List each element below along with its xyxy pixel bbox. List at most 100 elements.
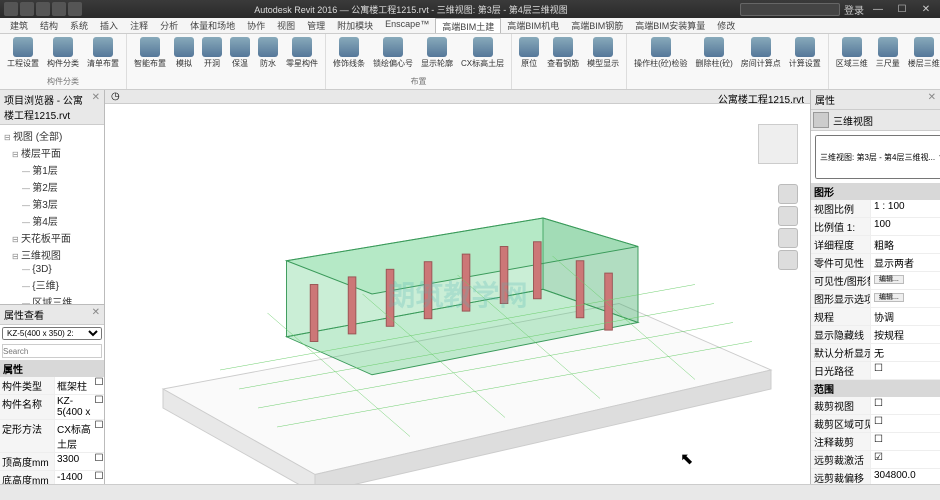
- ribbon-tab[interactable]: Enscape™: [379, 18, 435, 33]
- ribbon-button[interactable]: 防水: [255, 36, 281, 70]
- ribbon-tab[interactable]: 建筑: [4, 18, 34, 33]
- ribbon-button[interactable]: 修饰线条: [330, 36, 368, 70]
- ribbon-button[interactable]: 清单布置: [84, 36, 122, 70]
- properties-close-icon[interactable]: ✕: [928, 92, 936, 107]
- ribbon-tab[interactable]: 附加模块: [331, 18, 379, 33]
- ribbon-tab[interactable]: 管理: [301, 18, 331, 33]
- minimize-button[interactable]: —: [868, 2, 888, 16]
- prop-row[interactable]: 可见性/图形替换编辑...: [811, 272, 940, 290]
- ribbon-tab[interactable]: 体量和场地: [184, 18, 241, 33]
- tree-item[interactable]: 楼层平面: [2, 144, 102, 161]
- tree-item[interactable]: 第1层: [2, 161, 102, 178]
- ribbon-tab[interactable]: 协作: [241, 18, 271, 33]
- qat-save[interactable]: [36, 2, 50, 16]
- view-tab-header: ◷ 公寓楼工程1215.rvt: [105, 90, 810, 104]
- prop-row[interactable]: 远剪裁激活☑: [811, 451, 940, 469]
- ribbon-button[interactable]: 删除柱(砼): [692, 36, 735, 70]
- prop-row[interactable]: 规程协调: [811, 308, 940, 326]
- ribbon-icon: [339, 37, 359, 57]
- ribbon-button[interactable]: 构件分类: [44, 36, 82, 70]
- ribbon-tab[interactable]: 高端BIM机电: [501, 18, 565, 33]
- ribbon-button[interactable]: 工程设置: [4, 36, 42, 70]
- prop-row[interactable]: 详细程度粗略: [811, 236, 940, 254]
- ribbon-tab[interactable]: 结构: [34, 18, 64, 33]
- qat-open[interactable]: [20, 2, 34, 16]
- prop-edit-button[interactable]: 编辑...: [874, 293, 904, 302]
- tree-item[interactable]: 第3层: [2, 195, 102, 212]
- instance-props-table[interactable]: 属性构件类型框架柱☐构件名称KZ-5(400 x☐定形方法CX标高土层☐顶高度m…: [0, 360, 104, 484]
- ribbon-button[interactable]: 模拟: [171, 36, 197, 70]
- properties-grid[interactable]: 图形视图比例1 : 100比例值 1:100详细程度粗略零件可见性显示两者可见性…: [811, 183, 940, 484]
- ribbon-tab[interactable]: 注释: [124, 18, 154, 33]
- close-button[interactable]: ✕: [916, 2, 936, 16]
- ribbon-button[interactable]: 模型显示: [584, 36, 622, 70]
- prop-row[interactable]: 底高度mm-1400☐: [0, 471, 104, 484]
- view-cube[interactable]: [758, 124, 798, 164]
- help-search-input[interactable]: [740, 3, 840, 16]
- prop-row[interactable]: 零件可见性显示两者: [811, 254, 940, 272]
- 3d-view-canvas[interactable]: 朗筑教学网 ⬉: [105, 104, 810, 484]
- ribbon-tab[interactable]: 高端BIM钢筋: [565, 18, 629, 33]
- view-tab-label[interactable]: 公寓楼工程1215.rvt: [718, 91, 804, 102]
- nav-bar[interactable]: [778, 184, 798, 272]
- tree-item[interactable]: 天花板平面: [2, 229, 102, 246]
- ribbon-tab[interactable]: 分析: [154, 18, 184, 33]
- ribbon-button[interactable]: 显示轮廓: [418, 36, 456, 70]
- ribbon-button[interactable]: 操作柱(砼)检验: [631, 36, 690, 70]
- tree-item[interactable]: 视图 (全部): [2, 127, 102, 144]
- ribbon-button[interactable]: 开洞: [199, 36, 225, 70]
- ribbon-button[interactable]: 楼层三维: [905, 36, 940, 70]
- ribbon-button[interactable]: 查看钢筋: [544, 36, 582, 70]
- ribbon-tab[interactable]: 视图: [271, 18, 301, 33]
- prop-row[interactable]: 日光路径☐: [811, 362, 940, 380]
- tree-item[interactable]: 第2层: [2, 178, 102, 195]
- prop-row[interactable]: 定形方法CX标高土层☐: [0, 420, 104, 453]
- tree-item[interactable]: {三维}: [2, 276, 102, 293]
- props-search-input[interactable]: [2, 344, 102, 358]
- ribbon-button[interactable]: 计算设置: [786, 36, 824, 70]
- ribbon-tab[interactable]: 插入: [94, 18, 124, 33]
- tree-item[interactable]: 区域三维: [2, 293, 102, 304]
- instance-props-close-icon[interactable]: ✕: [92, 307, 100, 322]
- ribbon-tab[interactable]: 高端BIM土建: [435, 18, 501, 33]
- properties-title: 属性 ✕: [811, 90, 940, 110]
- prop-row[interactable]: 顶高度mm3300☐: [0, 453, 104, 471]
- qat-redo[interactable]: [68, 2, 82, 16]
- prop-row[interactable]: 视图比例1 : 100: [811, 200, 940, 218]
- prop-edit-button[interactable]: 编辑...: [874, 275, 904, 284]
- ribbon-tab[interactable]: 高端BIM安装算量: [629, 18, 711, 33]
- prop-row[interactable]: 注释裁剪☐: [811, 433, 940, 451]
- ribbon-button[interactable]: 智能布置: [131, 36, 169, 70]
- ribbon-button[interactable]: 锁绘偏心号: [370, 36, 416, 70]
- ribbon-button[interactable]: 保温: [227, 36, 253, 70]
- prop-row[interactable]: 裁剪区域可见☐: [811, 415, 940, 433]
- prop-row[interactable]: 默认分析显示样式无: [811, 344, 940, 362]
- prop-row[interactable]: 图形显示选项编辑...: [811, 290, 940, 308]
- tree-item[interactable]: 第4层: [2, 212, 102, 229]
- ribbon-button[interactable]: 原位: [516, 36, 542, 70]
- prop-row[interactable]: 比例值 1:100: [811, 218, 940, 236]
- project-tree[interactable]: 视图 (全部)楼层平面第1层第2层第3层第4层天花板平面三维视图{3D}{三维}…: [0, 125, 104, 304]
- ribbon-button[interactable]: 房间计算点: [738, 36, 784, 70]
- prop-row[interactable]: 裁剪视图☐: [811, 397, 940, 415]
- prop-row[interactable]: 构件名称KZ-5(400 x☐: [0, 395, 104, 420]
- viewport[interactable]: ◷ 公寓楼工程1215.rvt: [105, 90, 810, 484]
- project-browser-close-icon[interactable]: ✕: [92, 92, 100, 122]
- ribbon-tab[interactable]: 系统: [64, 18, 94, 33]
- maximize-button[interactable]: ☐: [892, 2, 912, 16]
- ribbon-button[interactable]: CX标高土层: [458, 36, 507, 70]
- prop-row[interactable]: 构件类型框架柱☐: [0, 377, 104, 395]
- view-instance-select[interactable]: 三维视图: 第3层 - 第4层三维视...: [815, 135, 940, 179]
- prop-row[interactable]: 显示隐藏线按规程: [811, 326, 940, 344]
- tree-item[interactable]: 三维视图: [2, 246, 102, 263]
- tree-item[interactable]: {3D}: [2, 263, 102, 276]
- ribbon-button[interactable]: 三尺量: [873, 36, 903, 70]
- login-link[interactable]: 登录: [844, 2, 864, 17]
- ribbon-button[interactable]: 零星构件: [283, 36, 321, 70]
- ribbon-tab[interactable]: 修改: [711, 18, 741, 33]
- qat-undo[interactable]: [52, 2, 66, 16]
- element-type-select[interactable]: KZ-5(400 x 350) 2:: [2, 327, 102, 340]
- ribbon-button[interactable]: 区域三维: [833, 36, 871, 70]
- ribbon-icon: [383, 37, 403, 57]
- prop-row[interactable]: 远剪裁偏移304800.0: [811, 469, 940, 484]
